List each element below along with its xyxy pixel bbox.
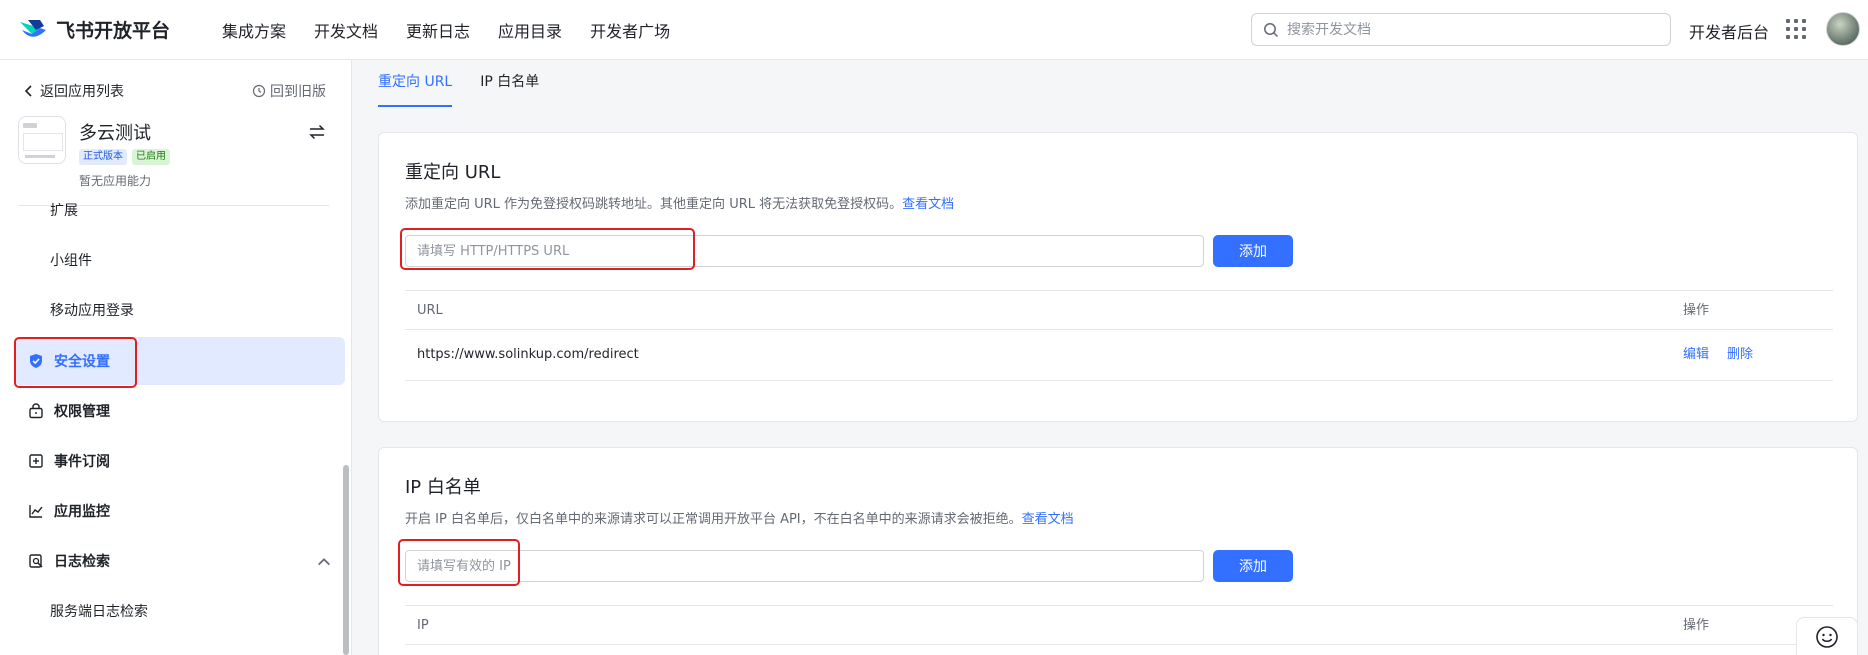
- add-ip-button[interactable]: 添加: [1213, 550, 1293, 582]
- redirect-desc-text: 添加重定向 URL 作为免登授权码跳转地址。其他重定向 URL 将无法获取免登授…: [405, 197, 903, 212]
- app-grid-icon[interactable]: [1786, 19, 1806, 39]
- avatar[interactable]: [1826, 12, 1860, 46]
- sidebar-item-label: 权限管理: [54, 404, 110, 420]
- nav-item-developer-square[interactable]: 开发者广场: [590, 18, 670, 42]
- redirect-description: 添加重定向 URL 作为免登授权码跳转地址。其他重定向 URL 将无法获取免登授…: [405, 193, 954, 212]
- ip-whitelist-description: 开启 IP 白名单后，仅白名单中的来源请求可以正常调用开放平台 API，不在白名…: [405, 508, 1074, 527]
- column-header-actions: 操作: [1683, 303, 1710, 318]
- status-badge: 已启用: [132, 149, 170, 165]
- search-input[interactable]: [1287, 21, 1667, 38]
- sidebar-item-label: 安全设置: [54, 354, 110, 370]
- switch-app-icon[interactable]: [308, 123, 326, 141]
- table-header: URL 操作: [405, 290, 1833, 330]
- chevron-left-icon: [24, 85, 32, 97]
- sidebar-item-server-log-search[interactable]: 服务端日志检索: [0, 587, 345, 635]
- column-header-url: URL: [417, 303, 443, 318]
- add-redirect-button[interactable]: 添加: [1213, 235, 1293, 267]
- sidebar-item-mobile-login[interactable]: 移动应用登录: [0, 286, 345, 334]
- sidebar-item-extension[interactable]: 扩展: [0, 186, 345, 234]
- column-header-ip: IP: [417, 618, 429, 633]
- redirect-url-input[interactable]: [405, 235, 1204, 267]
- log-search-icon: [29, 554, 43, 568]
- sidebar-scrollbar[interactable]: [343, 465, 349, 655]
- sidebar: 返回应用列表 回到旧版 多云测试 正式版本 已启用 暂无应用能力 扩展 小组件 …: [0, 60, 352, 655]
- logo[interactable]: 飞书开放平台: [18, 16, 204, 43]
- nav-item-changelog[interactable]: 更新日志: [406, 18, 470, 42]
- ip-input[interactable]: [405, 550, 1204, 582]
- feishu-logo-icon: [20, 19, 46, 37]
- app-name: 多云测试: [79, 123, 151, 144]
- sidebar-item-permissions[interactable]: 权限管理: [0, 387, 345, 435]
- feedback-button[interactable]: [1796, 617, 1858, 655]
- sidebar-item-label: 事件订阅: [54, 454, 110, 470]
- sidebar-item-label: 扩展: [50, 203, 78, 219]
- redirect-url-card: 重定向 URL 添加重定向 URL 作为免登授权码跳转地址。其他重定向 URL …: [378, 132, 1858, 422]
- ip-whitelist-title: IP 白名单: [405, 477, 481, 498]
- table-header: IP 操作: [405, 605, 1833, 645]
- ip-table: IP 操作: [405, 605, 1833, 645]
- sidebar-item-security[interactable]: 安全设置: [14, 337, 345, 385]
- logo-text: 飞书开放平台: [56, 20, 171, 42]
- sidebar-item-widget[interactable]: 小组件: [0, 236, 345, 284]
- event-icon: [29, 454, 43, 468]
- sidebar-item-monitoring[interactable]: 应用监控: [0, 487, 345, 535]
- sidebar-item-log-search[interactable]: 日志检索: [0, 537, 345, 585]
- edit-link[interactable]: 编辑: [1683, 347, 1709, 362]
- chevron-up-icon[interactable]: [316, 554, 332, 570]
- sidebar-item-label: 应用监控: [54, 504, 110, 520]
- app-tags: 正式版本 已启用: [79, 149, 175, 165]
- shield-icon: [30, 354, 42, 368]
- top-navigation-bar: 飞书开放平台 集成方案 开发文档 更新日志 应用目录 开发者广场 开发者后台: [0, 0, 1868, 60]
- back-to-old-version[interactable]: 回到旧版: [252, 81, 326, 101]
- history-icon: [252, 84, 266, 98]
- table-row: https://www.solinkup.com/redirect 编辑 删除: [405, 330, 1833, 381]
- back-to-app-list[interactable]: 返回应用列表: [22, 81, 124, 101]
- sidebar-item-events[interactable]: 事件订阅: [0, 437, 345, 485]
- old-version-label: 回到旧版: [270, 84, 326, 100]
- app-icon: [18, 116, 66, 164]
- version-badge: 正式版本: [79, 149, 127, 165]
- sidebar-item-label: 日志检索: [54, 554, 110, 570]
- search-icon: [1264, 22, 1279, 37]
- redirect-url-value: https://www.solinkup.com/redirect: [417, 347, 639, 362]
- nav-item-solutions[interactable]: 集成方案: [222, 18, 286, 42]
- lock-icon: [29, 403, 43, 419]
- nav-item-docs[interactable]: 开发文档: [314, 18, 378, 42]
- nav-item-app-directory[interactable]: 应用目录: [498, 18, 562, 42]
- chart-icon: [29, 505, 43, 518]
- sidebar-item-label: 小组件: [50, 253, 92, 269]
- smile-icon: [1816, 626, 1838, 648]
- redirect-doc-link[interactable]: 查看文档: [902, 197, 954, 212]
- search-box[interactable]: [1251, 13, 1671, 46]
- developer-console-link[interactable]: 开发者后台: [1689, 19, 1769, 43]
- sidebar-item-label: 移动应用登录: [50, 303, 134, 319]
- ip-doc-link[interactable]: 查看文档: [1022, 512, 1074, 527]
- sidebar-item-label: 服务端日志检索: [50, 604, 148, 620]
- main-nav: 集成方案 开发文档 更新日志 应用目录 开发者广场: [222, 18, 698, 42]
- column-header-actions: 操作: [1683, 618, 1710, 633]
- redirect-title: 重定向 URL: [405, 162, 501, 183]
- tab-ip-whitelist[interactable]: IP 白名单: [480, 60, 539, 107]
- tab-bar: 重定向 URL IP 白名单: [378, 60, 567, 107]
- back-label: 返回应用列表: [40, 84, 124, 100]
- tab-redirect-url[interactable]: 重定向 URL: [378, 60, 453, 107]
- ip-whitelist-card: IP 白名单 开启 IP 白名单后，仅白名单中的来源请求可以正常调用开放平台 A…: [378, 447, 1858, 655]
- delete-link[interactable]: 删除: [1727, 347, 1753, 362]
- ip-desc-text: 开启 IP 白名单后，仅白名单中的来源请求可以正常调用开放平台 API，不在白名…: [405, 512, 1022, 527]
- redirect-table: URL 操作 https://www.solinkup.com/redirect…: [405, 290, 1833, 381]
